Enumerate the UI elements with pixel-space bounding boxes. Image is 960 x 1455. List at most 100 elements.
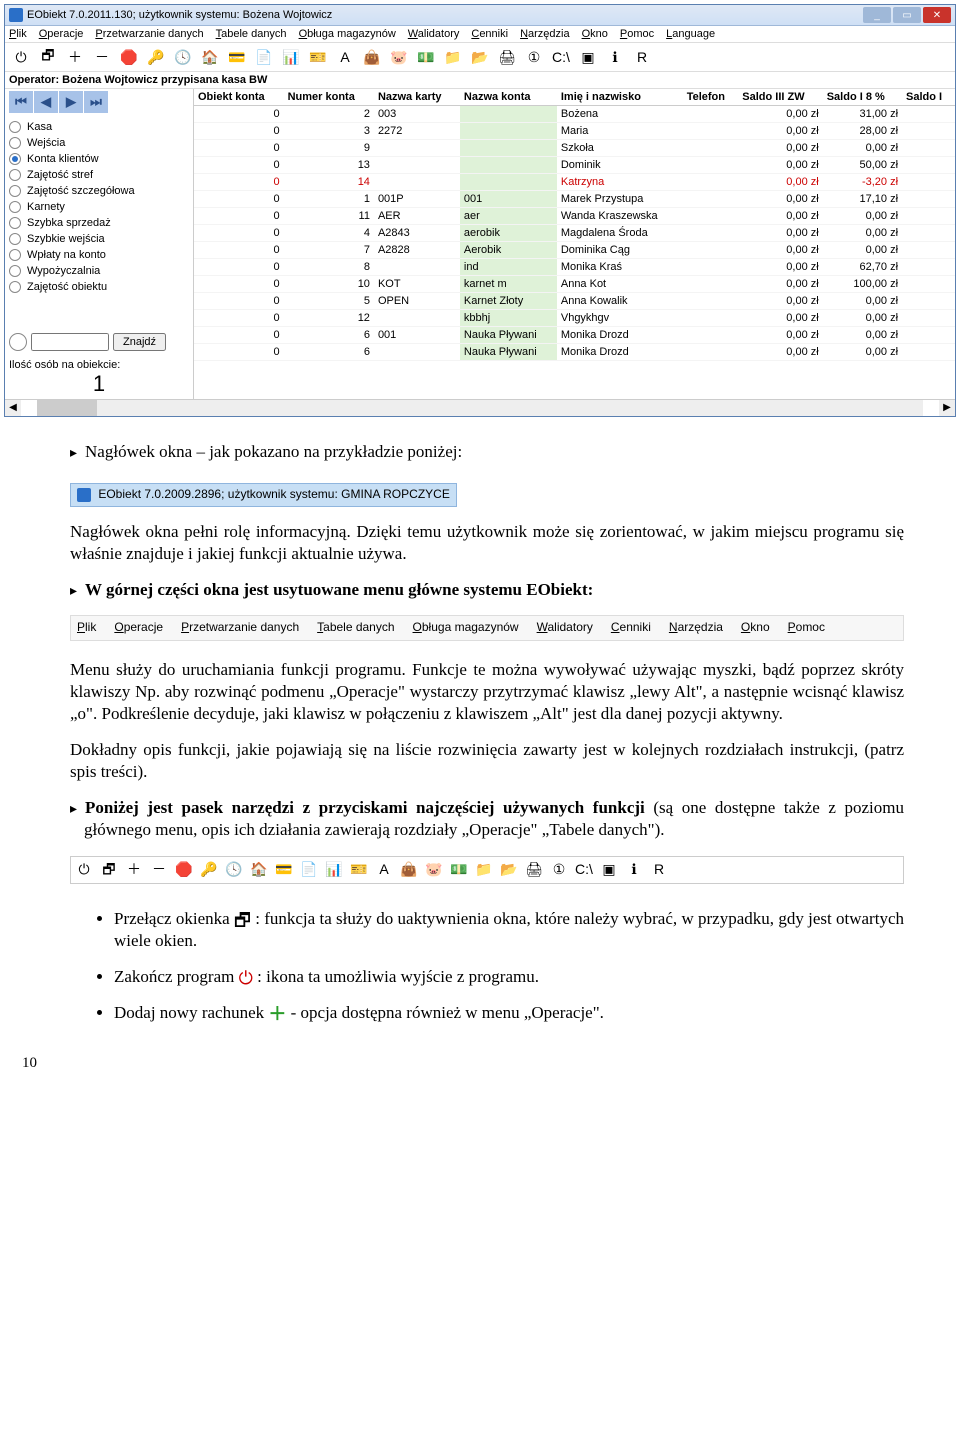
find-button[interactable]: Znajdź: [113, 333, 166, 351]
nav-next-icon[interactable]: ▶: [59, 91, 83, 113]
menu-item[interactable]: Operacje: [39, 28, 84, 40]
menu-item[interactable]: Tabele danych: [216, 28, 287, 40]
table-cell: 4: [284, 225, 374, 242]
column-header[interactable]: Imię i nazwisko: [557, 89, 683, 106]
scroll-right-icon[interactable]: ▶: [939, 400, 955, 416]
R-icon[interactable]: R: [630, 45, 654, 69]
sidebar-item[interactable]: Wejścia: [9, 137, 189, 149]
badge-icon[interactable]: 🎫: [306, 45, 330, 69]
table-cell: 0: [194, 344, 284, 361]
column-header[interactable]: Saldo I: [902, 89, 955, 106]
table-row[interactable]: 06Nauka PływaniMonika Drozd0,00 zł0,00 z…: [194, 344, 955, 361]
sidebar-item[interactable]: Szybkie wejścia: [9, 233, 189, 245]
menu-item[interactable]: Przetwarzanie danych: [95, 28, 203, 40]
menu-item[interactable]: Obługa magazynów: [299, 28, 396, 40]
menu-item[interactable]: Okno: [582, 28, 608, 40]
table-row[interactable]: 08indMonika Kraś0,00 zł62,70 zł: [194, 259, 955, 276]
sidebar-item[interactable]: Szybka sprzedaż: [9, 217, 189, 229]
nav-last-icon[interactable]: ⏭: [84, 91, 108, 113]
nav-first-icon[interactable]: ⏮: [9, 91, 33, 113]
minimize-button[interactable]: _: [863, 7, 891, 23]
table-cell: 0,00 zł: [823, 344, 902, 361]
table-row[interactable]: 02003Bożena0,00 zł31,00 zł: [194, 106, 955, 123]
table-cell: AER: [374, 208, 460, 225]
minus-icon[interactable]: －: [90, 45, 114, 69]
table-row[interactable]: 09Szkoła0,00 zł0,00 zł: [194, 140, 955, 157]
folder1-icon[interactable]: 📁: [441, 45, 465, 69]
column-header[interactable]: Saldo III ZW: [738, 89, 822, 106]
scroll-track[interactable]: [37, 400, 923, 416]
menu-item[interactable]: Walidatory: [408, 28, 460, 40]
column-header[interactable]: Saldo I 8 %: [823, 89, 902, 106]
table-cell: 6: [284, 327, 374, 344]
table-cell: 1: [284, 191, 374, 208]
stop-icon[interactable]: 🛑: [117, 45, 141, 69]
sidebar-item[interactable]: Karnety: [9, 201, 189, 213]
h-scrollbar[interactable]: ◀ ▶: [5, 399, 955, 416]
sidebar-item[interactable]: Wpłaty na konto: [9, 249, 189, 261]
cascade-icon[interactable]: 🗗: [36, 45, 60, 69]
table-row[interactable]: 010KOTkarnet mAnna Kot0,00 zł100,00 zł: [194, 276, 955, 293]
cash-icon[interactable]: 💵: [414, 45, 438, 69]
table-row[interactable]: 01001P001Marek Przystupa0,00 zł17,10 zł: [194, 191, 955, 208]
menu-item[interactable]: Pomoc: [620, 28, 654, 40]
menu-item[interactable]: Narzędzia: [520, 28, 570, 40]
table-cell: 0: [194, 310, 284, 327]
column-header[interactable]: Numer konta: [284, 89, 374, 106]
sidebar-item[interactable]: Kasa: [9, 121, 189, 133]
search-input[interactable]: [31, 333, 109, 351]
scroll-thumb[interactable]: [37, 400, 97, 416]
sidebar-item[interactable]: Wypożyczalnia: [9, 265, 189, 277]
table-row[interactable]: 07A2828AerobikDominika Cąg0,00 zł0,00 zł: [194, 242, 955, 259]
folder2-icon[interactable]: 📂: [468, 45, 492, 69]
menu-item[interactable]: Language: [666, 28, 715, 40]
radio-icon: [9, 265, 21, 277]
info-icon[interactable]: ℹ: [603, 45, 627, 69]
nav-prev-icon[interactable]: ◀: [34, 91, 58, 113]
sidebar-item[interactable]: Zajętość stref: [9, 169, 189, 181]
table-cell: 0: [194, 157, 284, 174]
chart-icon[interactable]: 📊: [279, 45, 303, 69]
table-row[interactable]: 013Dominik0,00 zł50,00 zł: [194, 157, 955, 174]
A-icon[interactable]: A: [333, 45, 357, 69]
console-icon[interactable]: C:\: [549, 45, 573, 69]
menu-item[interactable]: Plik: [9, 28, 27, 40]
folder1-icon: 📁: [473, 859, 495, 881]
bag-icon[interactable]: 👜: [360, 45, 384, 69]
table-cell: 0,00 zł: [738, 310, 822, 327]
piggy-icon[interactable]: 🐷: [387, 45, 411, 69]
menu-item[interactable]: Cenniki: [471, 28, 508, 40]
card-icon[interactable]: 💳: [225, 45, 249, 69]
data-grid: Obiekt kontaNumer kontaNazwa kartyNazwa …: [194, 89, 955, 399]
square-icon[interactable]: ▣: [576, 45, 600, 69]
table-row[interactable]: 032272Maria0,00 zł28,00 zł: [194, 123, 955, 140]
column-header[interactable]: Nazwa konta: [460, 89, 557, 106]
column-header[interactable]: Nazwa karty: [374, 89, 460, 106]
sidebar-item[interactable]: Konta klientów: [9, 153, 189, 165]
menu-item: Okno: [741, 620, 770, 636]
key-icon[interactable]: 🔑: [144, 45, 168, 69]
scroll-left-icon[interactable]: ◀: [5, 400, 21, 416]
clock-icon[interactable]: 🕓: [171, 45, 195, 69]
doc-icon[interactable]: 📄: [252, 45, 276, 69]
table-cell: Vhgykhgv: [557, 310, 683, 327]
table-row[interactable]: 05OPENKarnet ZłotyAnna Kowalik0,00 zł0,0…: [194, 293, 955, 310]
plus-icon[interactable]: ＋: [63, 45, 87, 69]
sidebar-item[interactable]: Zajętość obiektu: [9, 281, 189, 293]
table-cell: Katrzyna: [557, 174, 683, 191]
column-header[interactable]: Telefon: [683, 89, 739, 106]
power-icon[interactable]: ⏻: [9, 45, 33, 69]
sidebar-item[interactable]: Zajętość szczegółowa: [9, 185, 189, 197]
table-row[interactable]: 06001Nauka PływaniMonika Drozd0,00 zł0,0…: [194, 327, 955, 344]
close-button[interactable]: ✕: [923, 7, 951, 23]
table-row[interactable]: 011AERaerWanda Kraszewska0,00 zł0,00 zł: [194, 208, 955, 225]
table-row[interactable]: 012kbbhjVhgykhgv0,00 zł0,00 zł: [194, 310, 955, 327]
home-icon[interactable]: 🏠: [198, 45, 222, 69]
print-icon[interactable]: 🖨: [495, 45, 519, 69]
table-cell: Dominik: [557, 157, 683, 174]
table-row[interactable]: 014Katrzyna0,00 zł-3,20 zł: [194, 174, 955, 191]
maximize-button[interactable]: ▭: [893, 7, 921, 23]
circle1-icon[interactable]: ①: [522, 45, 546, 69]
column-header[interactable]: Obiekt konta: [194, 89, 284, 106]
table-row[interactable]: 04A2843aerobikMagdalena Środa0,00 zł0,00…: [194, 225, 955, 242]
